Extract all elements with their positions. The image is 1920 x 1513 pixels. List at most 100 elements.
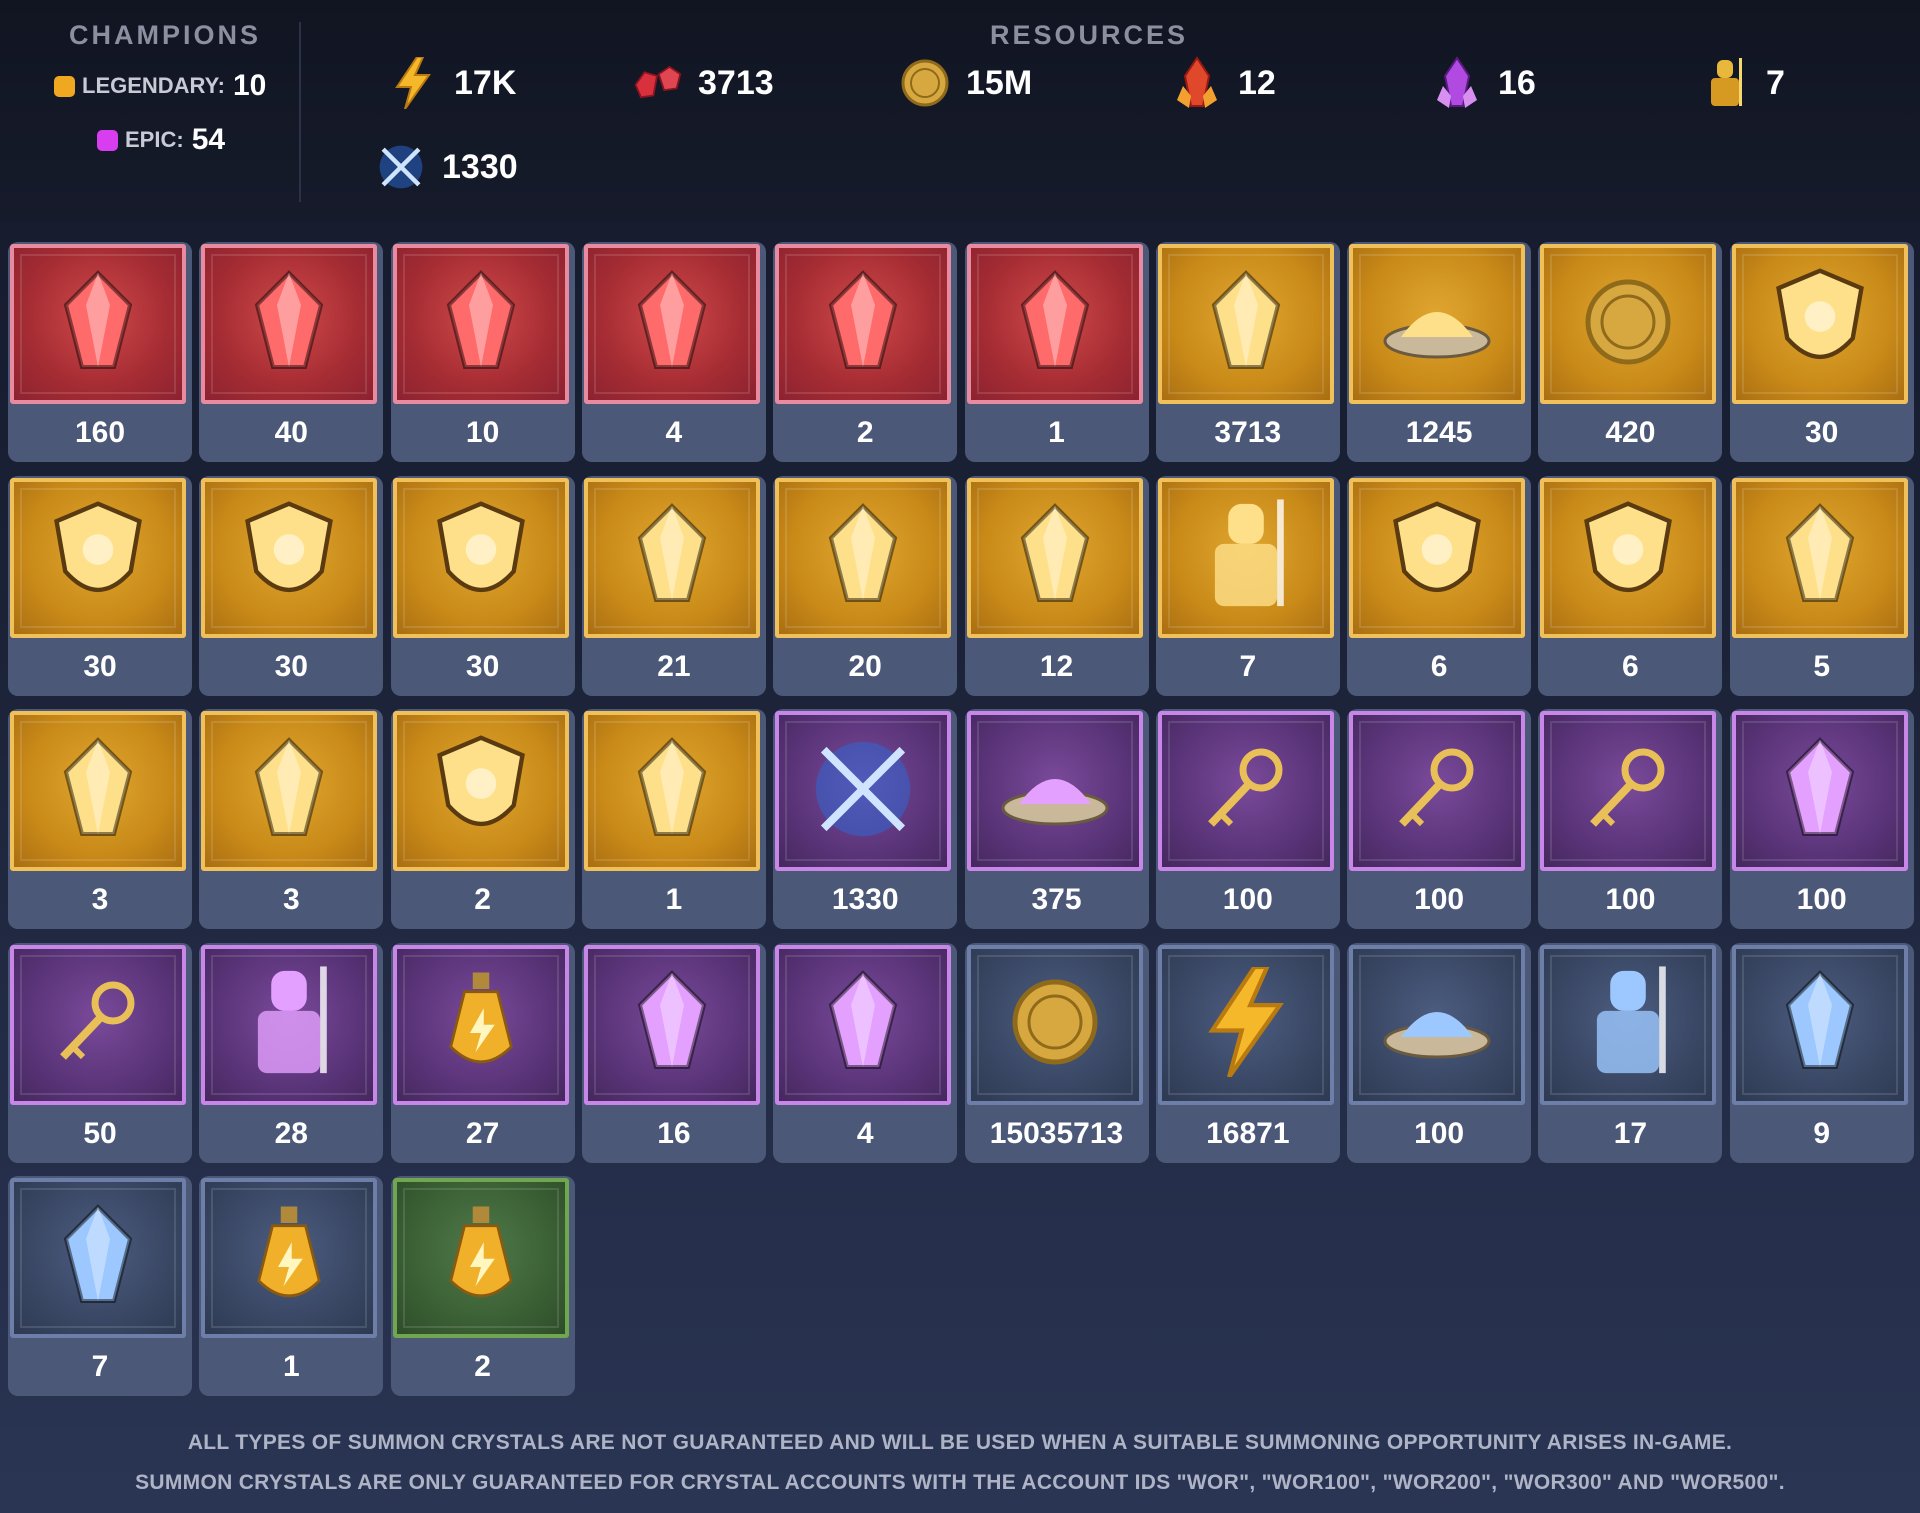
item-tile-blue <box>10 1178 186 1338</box>
inventory-item-card[interactable]: 17 <box>1538 942 1723 1163</box>
red-crystal-icon <box>1005 500 1105 615</box>
inventory-item-card[interactable]: 2 <box>773 242 958 462</box>
inventory-item-card[interactable]: 5 <box>1729 475 1914 696</box>
inventory-item-card[interactable]: 4 <box>581 242 766 462</box>
inventory-item-card[interactable]: 7 <box>8 1176 192 1396</box>
inventory-item-card[interactable]: 100 <box>1155 709 1340 929</box>
inventory-item-card[interactable]: 9 <box>1729 942 1914 1163</box>
item-quantity: 17 <box>1613 1116 1648 1150</box>
item-tile-purple <box>1540 711 1717 871</box>
resource-value: 15M <box>966 63 1033 102</box>
inventory-item-card[interactable]: 30 <box>1729 242 1914 462</box>
item-quantity: 6 <box>1622 649 1639 683</box>
item-quantity: 1330 <box>831 883 899 916</box>
small-energy-potion-icon <box>436 1201 526 1316</box>
strength-crest-icon <box>426 729 536 854</box>
gold-coin-icon <box>900 58 950 108</box>
item-tile-gold <box>10 711 186 871</box>
item-quantity: 12 <box>1039 649 1074 683</box>
inventory-item-card[interactable]: 15035713 <box>964 942 1149 1163</box>
war-hammer-icon <box>48 734 148 849</box>
purple-knight-icon <box>239 962 339 1087</box>
inventory-item-card[interactable]: 100 <box>1538 709 1723 929</box>
header-panel: CHAMPIONS LEGENDARY: 10 EPIC: 54 RESOURC… <box>0 0 1920 222</box>
legendary-label: LEGENDARY: <box>82 73 225 98</box>
inventory-item-card[interactable]: 27 <box>390 942 575 1163</box>
rune-stone-icon <box>813 967 913 1082</box>
inventory-item-card[interactable]: 100 <box>1347 942 1532 1163</box>
inventory-item-card[interactable]: 50 <box>8 942 192 1163</box>
ring-key-icon <box>1573 734 1683 849</box>
item-tile-purple <box>966 711 1143 871</box>
resource-purple-crystal: 16 <box>1432 56 1536 108</box>
item-tile-blue <box>1540 944 1717 1105</box>
item-tile-gold <box>1731 244 1908 404</box>
item-tile-gold <box>10 477 186 638</box>
inventory-item-card[interactable]: 12 <box>964 475 1149 696</box>
inventory-item-card[interactable]: 100 <box>1347 709 1532 929</box>
inventory-item-card[interactable]: 6 <box>1538 475 1723 696</box>
inventory-item-card[interactable]: 2 <box>390 1176 575 1396</box>
inventory-item-card[interactable]: 160 <box>8 242 192 462</box>
blue-shield-emblem-icon <box>1765 262 1875 387</box>
item-tile-purple <box>201 944 378 1105</box>
champions-title: CHAMPIONS <box>68 20 261 50</box>
item-quantity: 27 <box>465 1116 500 1150</box>
item-tile-gold <box>966 477 1143 638</box>
inventory-item-card[interactable]: 1245 <box>1347 242 1532 462</box>
item-quantity: 7 <box>91 1350 109 1383</box>
crossed-swords-icon <box>376 142 426 192</box>
sun-crest-shield-icon <box>1382 495 1492 620</box>
item-tile-purple <box>10 944 186 1105</box>
inventory-item-card[interactable]: 16871 <box>1155 942 1340 1163</box>
inventory-item-card[interactable]: 420 <box>1538 242 1723 462</box>
item-tile-gold <box>583 477 760 638</box>
inventory-item-card[interactable]: 2 <box>390 709 575 929</box>
epic-label: EPIC: <box>125 127 184 152</box>
inventory-item-card[interactable]: 30 <box>199 475 384 696</box>
resource-energy: 17K <box>388 57 516 109</box>
inventory-item-card[interactable]: 1330 <box>773 709 958 929</box>
resource-value: 1330 <box>442 147 518 186</box>
diamond-key-icon <box>1191 734 1301 849</box>
item-quantity: 100 <box>1414 1116 1465 1150</box>
pyramid-gem-icon <box>622 267 722 382</box>
resources-title: RESOURCES <box>990 20 1189 50</box>
item-tile-blue <box>1731 944 1908 1105</box>
inventory-item-card[interactable]: 3 <box>8 709 192 929</box>
inventory-item-card[interactable]: 28 <box>199 942 384 1163</box>
gold-knight-icon <box>1196 495 1296 620</box>
item-quantity: 4 <box>856 1116 874 1150</box>
ruby-claw-icon <box>813 500 913 615</box>
purple-dust-bowl-icon <box>995 744 1115 839</box>
inventory-item-card[interactable]: 7 <box>1155 475 1340 696</box>
inventory-item-card[interactable]: 3 <box>199 709 384 929</box>
inventory-item-card[interactable]: 1 <box>964 242 1149 462</box>
inventory-item-card[interactable]: 3713 <box>1155 242 1340 462</box>
gold-knight-icon <box>1700 58 1750 108</box>
inventory-item-card[interactable]: 16 <box>581 942 766 1163</box>
inventory-item-card[interactable]: 4 <box>773 942 958 1163</box>
resource-value: 16 <box>1498 63 1536 102</box>
inventory-item-card[interactable]: 100 <box>1729 709 1914 929</box>
disclaimer-footer: ALL TYPES OF SUMMON CRYSTALS ARE NOT GUA… <box>0 1423 1920 1503</box>
red-crystal-shard-icon <box>48 267 148 382</box>
inventory-item-card[interactable]: 30 <box>390 475 575 696</box>
item-quantity: 20 <box>848 649 882 683</box>
item-quantity: 375 <box>1031 883 1082 916</box>
purple-crystal-icon <box>622 967 722 1082</box>
rune-coin-icon <box>1578 272 1678 377</box>
inventory-item-card[interactable]: 20 <box>773 475 958 696</box>
gold-claw-ruby-icon <box>239 267 339 382</box>
inventory-item-card[interactable]: 375 <box>964 709 1149 929</box>
inventory-item-card[interactable]: 40 <box>199 242 384 462</box>
inventory-item-card[interactable]: 6 <box>1347 475 1532 696</box>
inventory-item-card[interactable]: 30 <box>8 475 192 696</box>
header-divider <box>299 22 301 202</box>
inventory-item-card[interactable]: 10 <box>390 242 575 462</box>
inventory-item-card[interactable]: 1 <box>199 1176 384 1396</box>
item-quantity: 7 <box>1239 649 1257 683</box>
item-tile-gold <box>1540 477 1717 638</box>
inventory-item-card[interactable]: 21 <box>581 475 766 696</box>
inventory-item-card[interactable]: 1 <box>581 709 766 929</box>
